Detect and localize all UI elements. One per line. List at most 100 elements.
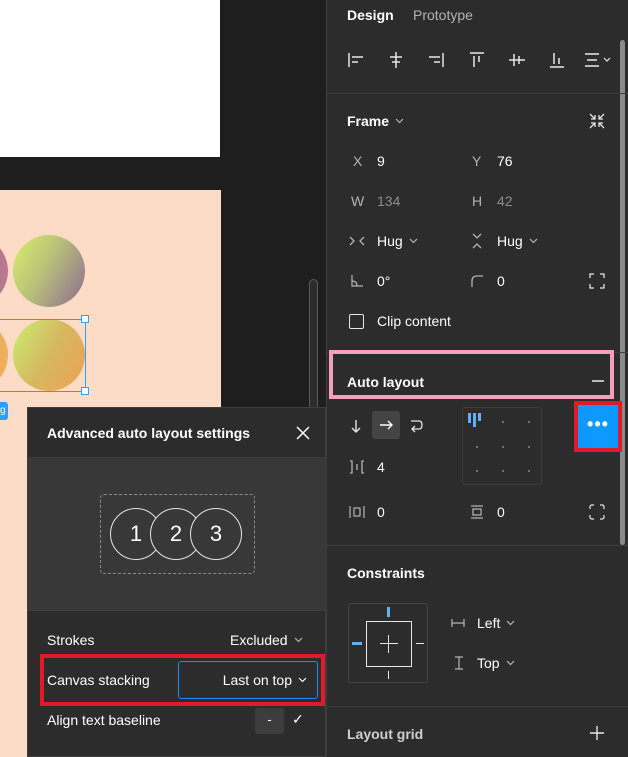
align-right-icon[interactable] bbox=[427, 51, 445, 69]
advanced-settings-button[interactable]: ••• bbox=[578, 405, 618, 448]
white-frame[interactable] bbox=[0, 0, 220, 157]
add-icon[interactable] bbox=[589, 725, 605, 741]
vertical-constraint-icon bbox=[455, 656, 463, 670]
w-label: W bbox=[351, 193, 365, 209]
strokes-value: Excluded bbox=[230, 632, 288, 648]
horizontal-constraint-icon bbox=[451, 619, 465, 627]
selection-box bbox=[0, 319, 86, 392]
alignment-indicator bbox=[478, 413, 481, 421]
baseline-off-button[interactable]: - bbox=[255, 708, 284, 734]
tab-prototype[interactable]: Prototype bbox=[413, 7, 473, 23]
vertical-constraint-value: Top bbox=[477, 655, 500, 671]
horizontal-constraint-select[interactable]: Left bbox=[477, 615, 515, 631]
selection-handle[interactable] bbox=[81, 387, 89, 395]
align-vertical-center-icon[interactable] bbox=[508, 51, 526, 69]
horizontal-padding-input[interactable]: 0 bbox=[377, 504, 385, 520]
canvas-stacking-value: Last on top bbox=[222, 672, 292, 688]
corner-radius-input[interactable]: 0 bbox=[497, 273, 505, 289]
horizontal-padding-icon bbox=[349, 506, 365, 518]
selection-size-tag: g bbox=[0, 402, 8, 420]
independent-corners-icon[interactable] bbox=[589, 273, 605, 289]
alignment-dot[interactable] bbox=[502, 421, 504, 423]
constraint-widget[interactable] bbox=[348, 603, 428, 683]
constraint-center-h[interactable] bbox=[380, 643, 398, 644]
canvas-stacking-select[interactable]: Last on top bbox=[178, 661, 318, 699]
constraint-left-active[interactable] bbox=[352, 642, 362, 645]
hug-horizontal-value: Hug bbox=[377, 233, 403, 249]
constraint-center-v[interactable] bbox=[388, 635, 389, 653]
remove-auto-layout-icon[interactable] bbox=[590, 373, 606, 389]
item-spacing-input[interactable]: 4 bbox=[377, 459, 385, 475]
spacing-icon bbox=[350, 460, 364, 474]
w-input[interactable]: 134 bbox=[377, 193, 400, 209]
alignment-dot[interactable] bbox=[502, 470, 504, 472]
strokes-label: Strokes bbox=[47, 632, 95, 648]
close-icon[interactable] bbox=[294, 424, 312, 442]
x-input[interactable]: 9 bbox=[377, 153, 385, 169]
horizontal-constraint-value: Left bbox=[477, 615, 501, 631]
rotation-input[interactable]: 0° bbox=[377, 273, 390, 289]
layout-grid-title: Layout grid bbox=[347, 726, 424, 742]
corner-radius-icon bbox=[471, 275, 483, 287]
rotation-icon bbox=[351, 275, 363, 287]
y-label: Y bbox=[472, 153, 482, 169]
constraint-inner-box bbox=[366, 621, 412, 667]
alignment-dot[interactable] bbox=[502, 446, 504, 448]
distribute-icon[interactable] bbox=[583, 51, 613, 69]
alignment-dot[interactable] bbox=[528, 421, 530, 423]
h-input[interactable]: 42 bbox=[497, 193, 513, 209]
align-top-icon[interactable] bbox=[468, 51, 486, 69]
chevron-down-icon bbox=[294, 637, 303, 643]
check-icon[interactable]: ✓ bbox=[292, 711, 304, 728]
frame-title: Frame bbox=[347, 113, 390, 129]
alignment-grid[interactable] bbox=[462, 407, 542, 485]
vertical-padding-input[interactable]: 0 bbox=[497, 504, 505, 520]
align-horizontal-center-icon[interactable] bbox=[387, 51, 405, 69]
vertical-resizing-icon bbox=[472, 233, 482, 249]
alignment-dot[interactable] bbox=[476, 470, 478, 472]
alignment-dot[interactable] bbox=[476, 446, 478, 448]
h-label: H bbox=[472, 193, 483, 209]
y-input[interactable]: 76 bbox=[497, 153, 513, 169]
advanced-auto-layout-popup: Advanced auto layout settings 1 2 3 Stro… bbox=[27, 407, 327, 757]
frame-type-select[interactable]: Frame bbox=[347, 113, 404, 129]
canvas-stacking-label: Canvas stacking bbox=[47, 672, 150, 688]
section-divider bbox=[327, 545, 628, 546]
constraint-right[interactable] bbox=[416, 643, 424, 644]
align-bottom-icon[interactable] bbox=[548, 51, 566, 69]
popup-divider bbox=[28, 610, 327, 611]
chevron-down-icon bbox=[506, 660, 515, 666]
horizontal-resizing-icon bbox=[349, 236, 365, 246]
popup-title: Advanced auto layout settings bbox=[47, 425, 251, 441]
tab-design[interactable]: Design bbox=[347, 7, 394, 23]
constraints-title: Constraints bbox=[347, 565, 425, 581]
strokes-select[interactable]: Excluded bbox=[230, 632, 303, 648]
vertical-constraint-select[interactable]: Top bbox=[477, 655, 515, 671]
chevron-down-icon bbox=[409, 238, 418, 244]
vertical-direction-icon[interactable] bbox=[349, 418, 363, 434]
resize-to-fit-icon[interactable] bbox=[588, 112, 606, 130]
wrap-icon[interactable] bbox=[408, 418, 424, 434]
horizontal-direction-button[interactable] bbox=[372, 411, 400, 439]
gradient-circle[interactable] bbox=[13, 235, 85, 307]
panel-scrollbar[interactable] bbox=[620, 40, 625, 545]
vertical-resizing-select[interactable]: Hug bbox=[497, 233, 538, 249]
constraint-top-active[interactable] bbox=[387, 607, 390, 617]
arrow-right-icon bbox=[380, 420, 393, 430]
chevron-down-icon bbox=[298, 677, 307, 683]
stacking-preview: 1 2 3 bbox=[28, 458, 327, 610]
chevron-down-icon bbox=[506, 620, 515, 626]
individual-padding-icon[interactable] bbox=[589, 504, 605, 520]
alignment-dot[interactable] bbox=[528, 470, 530, 472]
x-label: X bbox=[353, 153, 363, 169]
alignment-dot[interactable] bbox=[528, 446, 530, 448]
align-left-icon[interactable] bbox=[347, 51, 365, 69]
horizontal-resizing-select[interactable]: Hug bbox=[377, 233, 418, 249]
auto-layout-title: Auto layout bbox=[347, 374, 424, 390]
chevron-down-icon bbox=[529, 238, 538, 244]
constraint-bottom[interactable] bbox=[388, 671, 389, 679]
selection-handle[interactable] bbox=[81, 315, 89, 323]
chevron-down-icon bbox=[395, 118, 404, 124]
section-divider bbox=[327, 706, 628, 707]
clip-content-checkbox[interactable] bbox=[349, 314, 364, 329]
